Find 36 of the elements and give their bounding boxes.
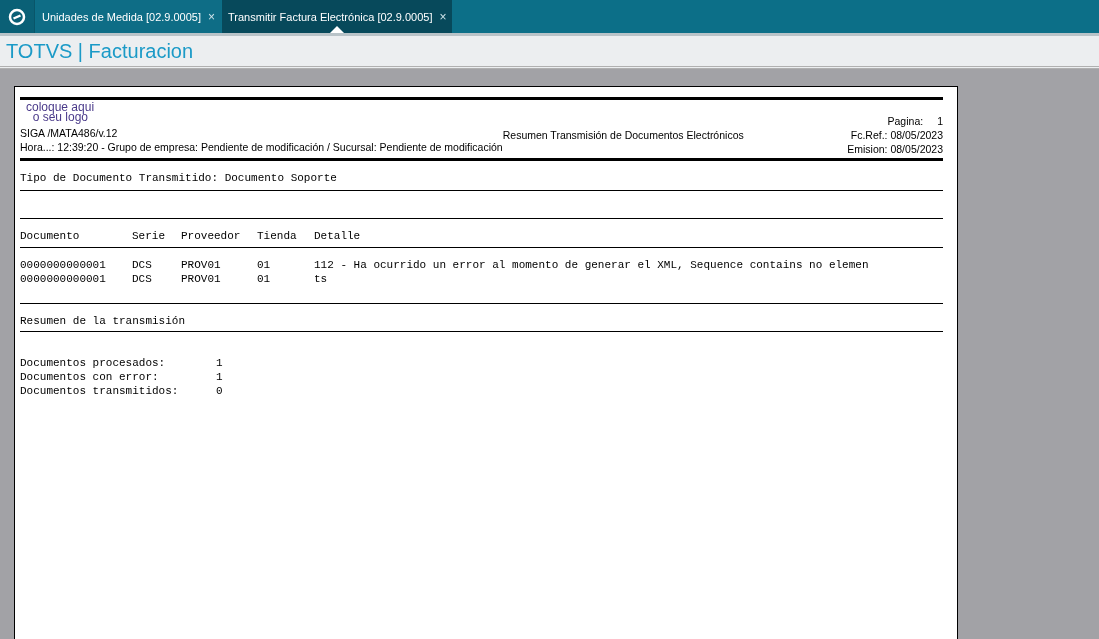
home-icon[interactable] (8, 7, 26, 26)
summary-value: 1 (216, 370, 224, 384)
table-cell-text: 0000000000001 (20, 272, 107, 286)
column-header: Tienda (257, 229, 298, 243)
column-header: Proveedor (181, 229, 242, 243)
summary-label: Documentos con error: (20, 370, 160, 384)
table-cell-text: 01 (257, 272, 272, 286)
document-type: Tipo de Documento Transmitido: Documento Soporte (20, 171, 338, 186)
report-code: SIGA /MATA486/v.12 (20, 126, 119, 140)
table-cell-text: 01 (257, 258, 272, 272)
summary-value: 0 (216, 384, 224, 398)
summary-value: 1 (216, 356, 224, 370)
table-cell-text: 0000000000001 (20, 258, 107, 272)
app-title: TOTVS | Facturacion (6, 39, 194, 63)
summary-label: Documentos transmitidos: (20, 384, 180, 398)
column-header: Detalle (314, 229, 362, 243)
summary-label: Documentos procesados: (20, 356, 167, 370)
report-title: Resumen Transmisión de Documentos Electrónicos (502, 128, 744, 142)
page-number: 1 (937, 114, 943, 128)
close-icon[interactable]: × (208, 9, 216, 24)
table-cell-text: PROV01 (181, 272, 222, 286)
table-cell-text: DCS (132, 272, 153, 286)
table-cell-text: 112 - Ha ocurrido un error al momento de generar el XML, Sequence contains no elemen (314, 258, 870, 272)
close-icon[interactable]: × (439, 9, 447, 24)
emission-date: Emision: 08/05/2023 (846, 142, 943, 156)
table-cell-text: DCS (132, 258, 153, 272)
column-header: Serie (132, 229, 166, 243)
tab[interactable]: Transmitir Factura Electrónica [02.9.0005] × (222, 0, 453, 33)
table-cell-text: ts (314, 272, 329, 286)
page-label: Pagina: (887, 114, 924, 128)
column-header: Documento (20, 229, 81, 243)
report-info: Hora...: 12:39:20 - Grupo de empresa: Pendiente de modificación / Sucursal: Pendiente de modificación (20, 140, 503, 154)
table-cell-text: PROV01 (181, 258, 222, 272)
summary-title: Resumen de la transmisión (20, 314, 187, 329)
logo-text: coloque aqui o seu logo (26, 102, 96, 122)
reference-date: Fc.Ref.: 08/05/2023 (849, 128, 943, 142)
